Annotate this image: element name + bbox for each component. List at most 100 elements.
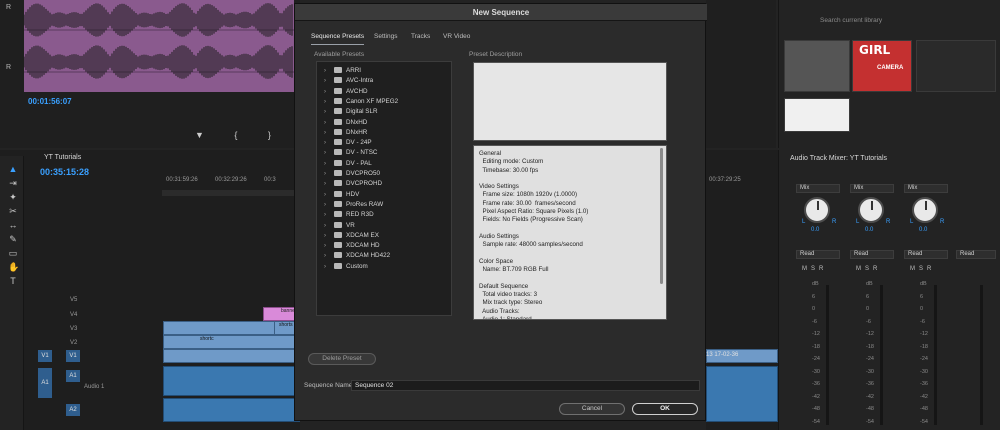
automation-select[interactable]: Read (904, 250, 948, 259)
clip-audio-right[interactable] (706, 366, 778, 422)
preset-folder-item[interactable]: › DNxHD (324, 118, 367, 128)
chevron-right-icon[interactable]: › (324, 210, 334, 220)
preset-folder-item[interactable]: › XDCAM HD (324, 241, 380, 251)
track-target-a2[interactable]: A2 (66, 404, 80, 416)
fader-track[interactable] (980, 285, 983, 425)
preset-folder-item[interactable]: › AVCHD (324, 87, 368, 97)
chevron-right-icon[interactable]: › (324, 251, 334, 261)
chevron-right-icon[interactable]: › (324, 118, 334, 128)
chevron-right-icon[interactable]: › (324, 200, 334, 210)
tab-settings[interactable]: Settings (374, 33, 398, 40)
source-timecode[interactable]: 00:01:56:07 (28, 97, 72, 106)
rectangle-icon[interactable]: ▭ (8, 248, 18, 258)
preset-folder-item[interactable]: › VR (324, 221, 355, 231)
cancel-button[interactable]: Cancel (559, 403, 625, 415)
clip-shortc[interactable]: shortc (163, 335, 300, 349)
mix-select[interactable]: Mix (904, 184, 948, 193)
chevron-right-icon[interactable]: › (324, 262, 334, 272)
library-thumbnail-girl[interactable]: GIRL CAMERA (852, 40, 912, 92)
preset-folder-item[interactable]: › ARRI (324, 66, 361, 76)
automation-select[interactable]: Read (796, 250, 840, 259)
type-tool-icon[interactable]: T (8, 276, 18, 286)
preset-list[interactable]: › ARRI › AVC-Intra › AVCHD › Canon XF MPEG2 › Dig… (316, 61, 452, 316)
chevron-right-icon[interactable]: › (324, 179, 334, 189)
mix-select[interactable]: Mix (850, 184, 894, 193)
preset-folder-item[interactable]: › ProRes RAW (324, 200, 383, 210)
library-thumbnail-youtube[interactable] (916, 40, 996, 92)
clip-v1[interactable] (163, 349, 300, 363)
tab-tracks[interactable]: Tracks (411, 33, 430, 40)
description-scrollbar[interactable] (660, 148, 663, 284)
hand-icon[interactable]: ✋ (8, 262, 19, 272)
automation-select[interactable]: Read (850, 250, 894, 259)
preset-description-box[interactable]: General Editing mode: Custom Timebase: 3… (473, 145, 667, 320)
delete-preset-button[interactable]: Delete Preset (308, 353, 376, 365)
preset-folder-item[interactable]: › Digital SLR (324, 107, 378, 117)
preset-folder-item[interactable]: › DVCPRO50 (324, 169, 380, 179)
chevron-right-icon[interactable]: › (324, 76, 334, 86)
pan-knob[interactable] (804, 197, 830, 223)
preset-folder-item[interactable]: › Canon XF MPEG2 (324, 97, 398, 107)
fader-track[interactable] (826, 285, 829, 425)
chevron-right-icon[interactable]: › (324, 241, 334, 251)
track-select-icon[interactable]: ⇥ (8, 178, 18, 188)
chevron-right-icon[interactable]: › (324, 221, 334, 231)
chevron-right-icon[interactable]: › (324, 138, 334, 148)
fader-track[interactable] (880, 285, 883, 425)
chevron-right-icon[interactable]: › (324, 231, 334, 241)
preset-folder-item[interactable]: › DVCPROHD (324, 179, 382, 189)
msr-buttons[interactable]: MSR (910, 266, 935, 272)
clip-audio-a2[interactable] (163, 398, 300, 422)
msr-buttons[interactable]: MSR (802, 266, 827, 272)
chevron-right-icon[interactable]: › (324, 128, 334, 138)
db-scale-label: -6 (920, 318, 925, 325)
selection-tool-icon[interactable]: ▲ (8, 164, 18, 174)
pan-knob[interactable] (912, 197, 938, 223)
preset-folder-item[interactable]: › XDCAM HD422 (324, 251, 390, 261)
library-thumbnail[interactable] (784, 40, 850, 92)
preset-folder-item[interactable]: › Custom (324, 262, 368, 272)
chevron-right-icon[interactable]: › (324, 97, 334, 107)
audio-waveform[interactable] (24, 0, 294, 92)
chevron-right-icon[interactable]: › (324, 190, 334, 200)
track-target-a1[interactable]: A1 (66, 370, 80, 382)
mix-select[interactable]: Mix (796, 184, 840, 193)
folder-icon (334, 108, 342, 115)
timeline-timecode[interactable]: 00:35:15:28 (40, 167, 89, 177)
ok-button[interactable]: OK (632, 403, 698, 415)
mixer-title[interactable]: Audio Track Mixer: YT Tutorials (790, 155, 887, 162)
source-patch-a1[interactable]: A1 (38, 368, 52, 398)
chevron-right-icon[interactable]: › (324, 148, 334, 158)
timeline-ruler[interactable] (162, 190, 300, 196)
fader-track[interactable] (934, 285, 937, 425)
timeline-tab-title[interactable]: YT Tutorials (44, 154, 81, 161)
source-patch-v1[interactable]: V1 (38, 350, 52, 362)
chevron-right-icon[interactable]: › (324, 107, 334, 117)
preset-folder-item[interactable]: › HDV (324, 190, 359, 200)
slip-icon[interactable]: ↔ (8, 220, 18, 230)
track-target-v1[interactable]: V1 (66, 350, 80, 362)
sequence-name-input[interactable] (351, 380, 700, 391)
preset-folder-item[interactable]: › XDCAM EX (324, 231, 379, 241)
preset-folder-item[interactable]: › DV - 24P (324, 138, 372, 148)
razor-icon[interactable]: ✂ (8, 206, 18, 216)
preset-folder-item[interactable]: › DV - NTSC (324, 148, 378, 158)
ripple-edit-icon[interactable]: ✦ (8, 192, 18, 202)
pan-knob[interactable] (858, 197, 884, 223)
library-search-input[interactable]: Search current library (820, 17, 882, 24)
preset-folder-item[interactable]: › DV - PAL (324, 159, 372, 169)
msr-buttons[interactable]: MSR (856, 266, 881, 272)
preset-folder-item[interactable]: › DNxHR (324, 128, 367, 138)
clip-audio-a1[interactable] (163, 366, 300, 396)
automation-select[interactable]: Read (956, 250, 996, 259)
preset-folder-item[interactable]: › AVC-Intra (324, 76, 373, 86)
chevron-right-icon[interactable]: › (324, 169, 334, 179)
tab-sequence-presets[interactable]: Sequence Presets (311, 33, 365, 45)
pen-icon[interactable]: ✎ (8, 234, 18, 244)
tab-vr-video[interactable]: VR Video (443, 33, 470, 40)
chevron-right-icon[interactable]: › (324, 66, 334, 76)
library-thumbnail-web[interactable] (784, 98, 850, 132)
chevron-right-icon[interactable]: › (324, 159, 334, 169)
preset-folder-item[interactable]: › RED R3D (324, 210, 374, 220)
chevron-right-icon[interactable]: › (324, 87, 334, 97)
